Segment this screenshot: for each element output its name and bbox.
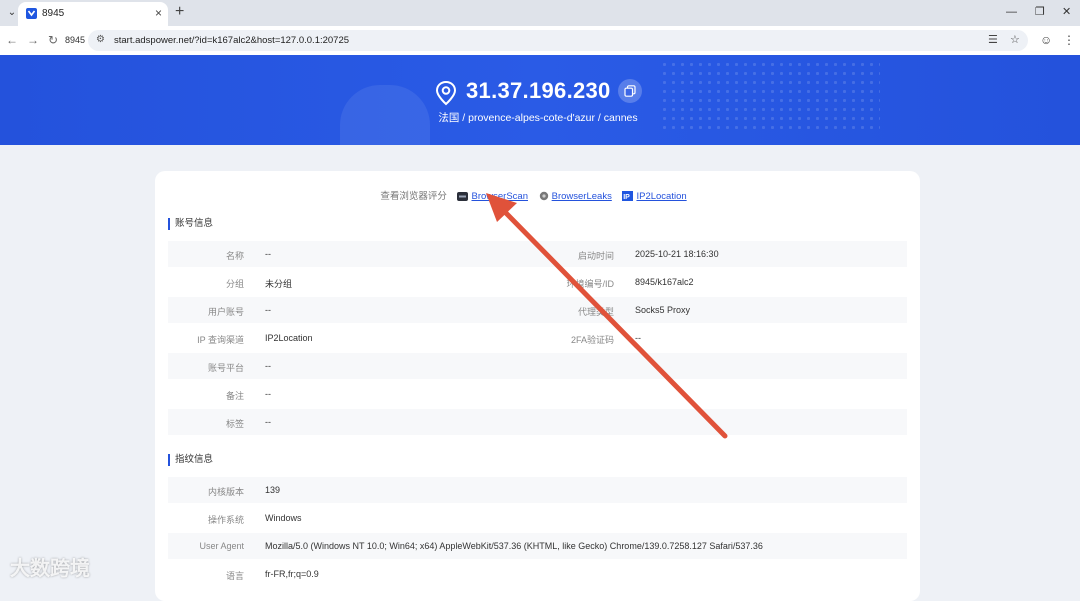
close-tab-icon[interactable]: × xyxy=(155,6,162,20)
browserscan-logo-icon xyxy=(457,192,469,204)
table-row: 语言 fr-FR,fr;q=0.9 xyxy=(225,569,319,581)
adspower-favicon-icon xyxy=(26,8,37,19)
browser-score-links: 查看浏览器评分 BrowserScan BrowserLeaks IP IP2L… xyxy=(155,188,920,204)
menu-kebab-icon[interactable]: ⋮ xyxy=(1063,33,1075,47)
table-row: 分组 未分组 环境编号/ID 8945/k167alc2 xyxy=(225,277,694,289)
table-row: 用户账号 -- 代理类型 Socks5 Proxy xyxy=(168,297,907,323)
profile-info-card: 查看浏览器评分 BrowserScan BrowserLeaks IP IP2L… xyxy=(155,171,920,601)
minimize-icon[interactable]: — xyxy=(1006,4,1017,20)
ip2location-logo-icon: IP xyxy=(622,191,634,204)
account-section-title: 账号信息 xyxy=(168,218,213,230)
back-icon[interactable]: ← xyxy=(6,33,18,47)
location-pin-icon xyxy=(435,80,457,106)
reload-icon[interactable]: ↻ xyxy=(48,33,58,47)
new-tab-icon[interactable]: + xyxy=(175,3,184,21)
score-label: 查看浏览器评分 xyxy=(380,191,447,202)
browser-tab[interactable]: 8945 × xyxy=(18,2,168,26)
browserleaks-logo-icon xyxy=(539,191,549,204)
ip2location-link[interactable]: IP2Location xyxy=(636,191,686,202)
translate-icon[interactable]: ☰ xyxy=(988,33,998,46)
profile-label: 8945 xyxy=(65,35,86,45)
browserscan-link[interactable]: BrowserScan xyxy=(471,191,528,202)
table-row: IP 查询渠道 IP2Location 2FA验证码 -- xyxy=(197,333,641,345)
table-row: User Agent Mozilla/5.0 (Windows NT 10.0;… xyxy=(168,533,907,559)
restore-icon[interactable]: ❐ xyxy=(1035,4,1045,20)
profile-avatar-icon[interactable]: ☺ xyxy=(1040,33,1052,47)
table-row: 账号平台 -- xyxy=(168,353,907,379)
site-info-icon[interactable]: ⚙ xyxy=(96,34,105,45)
copy-icon xyxy=(624,85,636,97)
bookmark-star-icon[interactable]: ☆ xyxy=(1010,33,1020,46)
close-window-icon[interactable]: ✕ xyxy=(1062,4,1071,20)
browserleaks-link[interactable]: BrowserLeaks xyxy=(552,191,612,202)
tab-title: 8945 xyxy=(42,8,65,19)
forward-icon[interactable]: → xyxy=(27,33,39,47)
ip-location: 法国 / provence-alpes-cote-d'azur / cannes xyxy=(438,112,638,124)
address-bar[interactable]: ⚙ start.adspower.net/?id=k167alc2&host=1… xyxy=(88,30,1028,51)
table-row: 操作系统 Windows xyxy=(207,513,302,525)
ip-address: 31.37.196.230 xyxy=(466,78,611,103)
url-text[interactable]: start.adspower.net/?id=k167alc2&host=127… xyxy=(114,35,349,46)
browser-toolbar: ← → ↻ 8945 ⚙ start.adspower.net/?id=k167… xyxy=(0,26,1080,56)
tab-strip: ⌄ 8945 × + — ❐ ✕ xyxy=(0,0,1080,26)
table-row: 内核版本 139 xyxy=(168,477,907,503)
table-row: 标签 -- xyxy=(168,409,907,435)
table-row: 名称 -- 启动时间 2025-10-21 18:16:30 xyxy=(168,241,907,267)
copy-ip-button[interactable] xyxy=(618,79,642,103)
fingerprint-section-title: 指纹信息 xyxy=(168,454,213,466)
table-row: 备注 -- xyxy=(225,389,271,401)
svg-text:IP: IP xyxy=(624,194,631,201)
watermark-text: 大数跨境 xyxy=(10,558,90,580)
